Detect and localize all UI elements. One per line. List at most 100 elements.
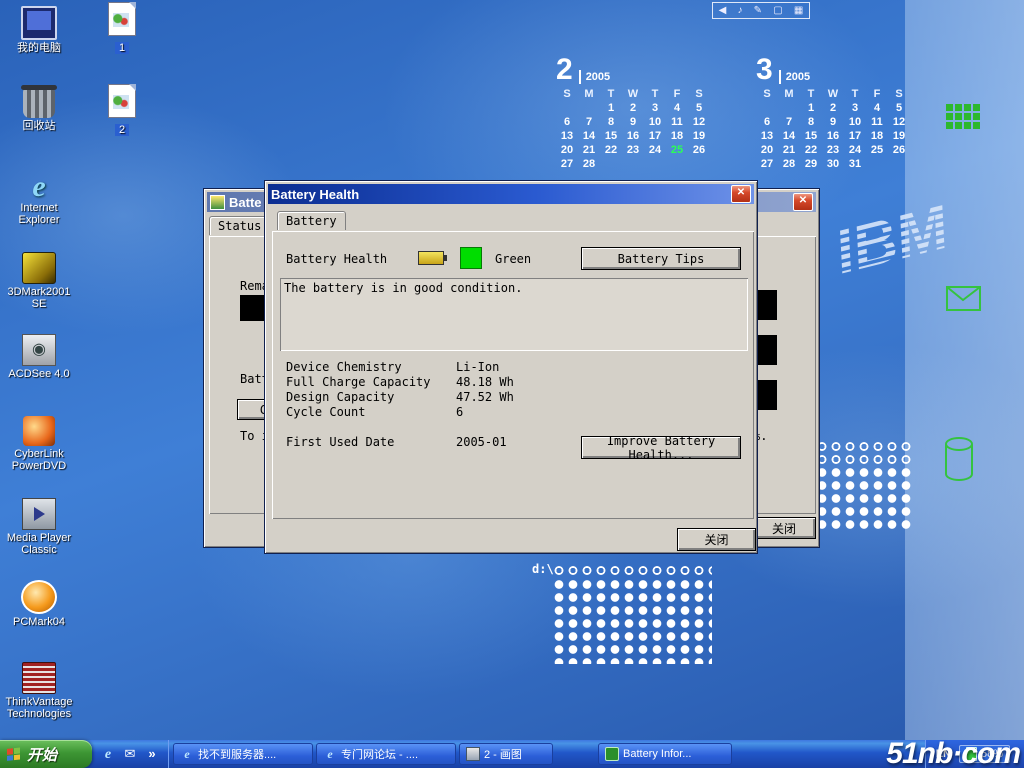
task-button-icon <box>323 747 337 761</box>
calendar-day-header: S <box>888 88 910 101</box>
tab-status[interactable]: Status <box>209 216 270 235</box>
calendar-year: 2005 <box>779 70 810 84</box>
desktop-icon[interactable]: Internet Explorer <box>0 170 78 250</box>
calendar-day-cell: 13 <box>756 130 778 143</box>
task-button[interactable]: 2 - 画图 <box>459 743 553 765</box>
close-button[interactable]: 关闭 <box>677 528 756 551</box>
improve-battery-health-button[interactable]: Improve Battery Health... <box>581 436 741 459</box>
battery-info-row-value: Li-Ion <box>456 360 499 375</box>
calendar-day-cell: 3 <box>844 102 866 115</box>
calendar-day-header: T <box>844 88 866 101</box>
calendar-day-cell: 3 <box>644 102 666 115</box>
jpg-file-label: 2 <box>115 124 129 136</box>
calendar-day-cell: 17 <box>644 130 666 143</box>
tab-battery[interactable]: Battery <box>277 211 346 230</box>
calendar-day-cell: 6 <box>756 116 778 129</box>
calendar-day-cell <box>622 158 644 171</box>
start-button-label: 开始 <box>27 744 57 765</box>
calendar-day-header: M <box>778 88 800 101</box>
calendar-day-cell: 20 <box>556 144 578 157</box>
battery-info-row-value: 48.18 Wh <box>456 375 514 390</box>
battery-info-row-label: Full Charge Capacity <box>286 375 456 390</box>
watermark-51nb: 51nb·com <box>886 737 1020 768</box>
calendar-day-cell: 15 <box>600 130 622 143</box>
task-button[interactable]: Battery Infor... <box>598 743 732 765</box>
desktop-icon[interactable]: 3DMark2001 SE <box>0 252 78 332</box>
calendar-day-cell: 4 <box>866 102 888 115</box>
jpg-file-image[interactable] <box>108 2 136 36</box>
calendar-day-cell: 9 <box>822 116 844 129</box>
desktop-icon-label: CyberLink PowerDVD <box>0 448 78 472</box>
calendar-day-cell: 2 <box>622 102 644 115</box>
battery-health-dialog[interactable]: Battery Health ✕ Battery Battery Health … <box>264 180 758 554</box>
desktop-icon-image[interactable] <box>23 88 55 118</box>
jpg-file-image[interactable] <box>108 84 136 118</box>
desktop-icon-label: ThinkVantage Technologies <box>0 696 78 720</box>
desktop-icon[interactable]: 回收站 <box>0 88 78 168</box>
calendar-day-cell <box>556 102 578 115</box>
calendar-february: 2 2005 SMTWTFS12345678910111213141516171… <box>556 56 710 171</box>
close-button[interactable]: 关闭 <box>752 517 816 539</box>
jpg-file-label: 1 <box>115 42 129 54</box>
calendar-day-header: W <box>622 88 644 101</box>
jpg-file-icon[interactable]: 1 <box>92 2 152 82</box>
desktop-icon[interactable]: Media Player Classic <box>0 498 78 578</box>
calendar-day-cell: 27 <box>556 158 578 171</box>
quick-launch-mail-icon[interactable] <box>122 746 138 762</box>
desktop-icon-image[interactable] <box>21 6 57 40</box>
desktop-icon[interactable]: ThinkVantage Technologies <box>0 662 78 742</box>
desktop-icon-image[interactable] <box>22 252 56 284</box>
battery-health-titlebar[interactable]: Battery Health ✕ <box>268 184 754 204</box>
pencil-icon: ✎ <box>754 4 762 17</box>
desktop-icon[interactable]: 我的电脑 <box>0 6 78 86</box>
desktop-icon-column: 我的电脑 回收站 Internet Explorer 3DMark2001 SE… <box>0 4 78 742</box>
close-icon[interactable]: ✕ <box>731 185 751 203</box>
desktop-icon-image[interactable] <box>22 662 56 694</box>
quick-launch-ie-icon[interactable] <box>100 746 116 762</box>
wallpaper-tray-icons: ◀ ♪ ✎ ▢ ▦ <box>712 2 810 19</box>
jpg-file-icon[interactable]: 2 <box>92 84 152 164</box>
task-button[interactable]: 专门网论坛 - .... <box>316 743 456 765</box>
calendar-day-cell <box>578 102 600 115</box>
cylinder-icon <box>944 436 974 482</box>
calendar-day-cell: 27 <box>756 158 778 171</box>
calendar-day-cell: 7 <box>778 116 800 129</box>
desktop-icon-image[interactable] <box>23 416 55 446</box>
task-button-label: Battery Infor... <box>623 748 691 760</box>
battery-health-label: Battery Health <box>286 252 387 266</box>
calendar-day-header: F <box>866 88 888 101</box>
desktop-icon-image[interactable] <box>22 498 56 530</box>
calendar-grid: SMTWTFS123456789101112131415161718192021… <box>756 88 910 171</box>
desktop-icon-image[interactable] <box>23 170 55 200</box>
calendar-day-header: S <box>688 88 710 101</box>
calendar-day-cell: 14 <box>778 130 800 143</box>
calendar-day-cell: 23 <box>622 144 644 157</box>
start-button[interactable]: 开始 <box>0 740 92 768</box>
battery-info-row-label: Design Capacity <box>286 390 456 405</box>
battery-tips-button[interactable]: Battery Tips <box>581 247 741 270</box>
desktop-icon-image[interactable] <box>22 334 56 366</box>
battery-info-row: Device Chemistry Li-Ion <box>286 360 726 375</box>
dot-pattern-right <box>815 440 915 532</box>
calendar-day-header: T <box>600 88 622 101</box>
calendar-day-cell: 25 <box>666 144 688 157</box>
calendar-day-cell <box>866 158 888 171</box>
battery-info-row: Cycle Count 6 <box>286 405 726 420</box>
desktop-icon[interactable]: PCMark04 <box>0 580 78 660</box>
desktop-icon-image[interactable] <box>21 580 57 614</box>
monitor-icon: ▢ <box>773 4 782 17</box>
calendar-day-cell: 25 <box>866 144 888 157</box>
calendar-day-cell: 26 <box>688 144 710 157</box>
desktop-icon[interactable]: ACDSee 4.0 <box>0 334 78 414</box>
quick-launch-chevron-icon[interactable] <box>144 746 160 762</box>
calendar-day-cell: 9 <box>622 116 644 129</box>
task-button[interactable]: 找不到服务器.... <box>173 743 313 765</box>
close-icon[interactable]: ✕ <box>793 193 813 211</box>
calendar-day-cell: 19 <box>888 130 910 143</box>
calendar-day-cell: 15 <box>800 130 822 143</box>
desktop-icon[interactable]: CyberLink PowerDVD <box>0 416 78 496</box>
battery-info-row-label: First Used Date <box>286 435 456 450</box>
calendar-day-header: T <box>800 88 822 101</box>
windows-logo-icon <box>6 746 22 762</box>
calendar-day-cell: 18 <box>666 130 688 143</box>
